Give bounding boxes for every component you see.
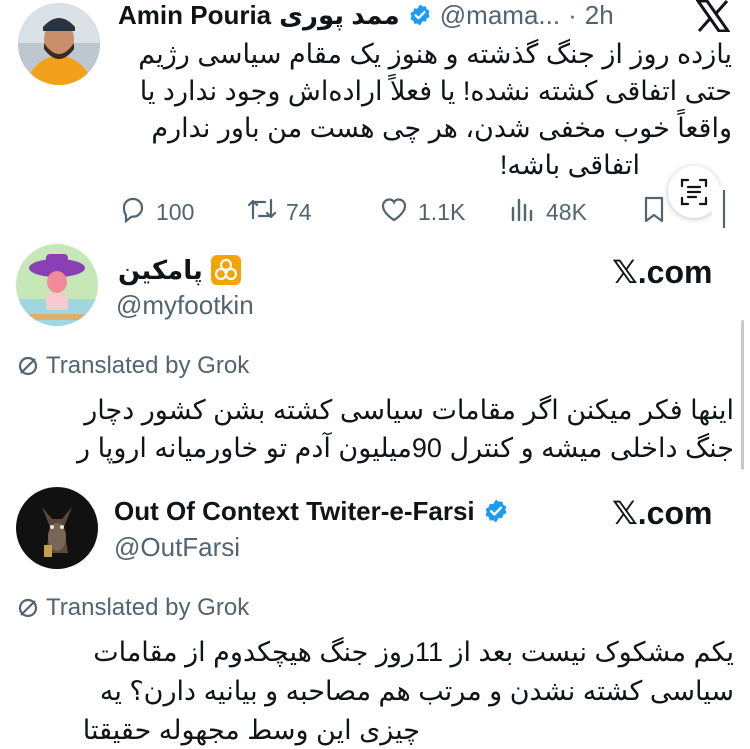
x-logo-icon: 𝕏 (612, 494, 638, 532)
card2-handle[interactable]: @OutFarsi (114, 532, 240, 563)
card1-translated-label: Translated by Grok (46, 352, 250, 379)
like-icon (378, 194, 410, 230)
card1-body-line-1: اینها فکر میکنن اگر مقامات سیاسی کشته بش… (84, 395, 734, 425)
translate-icon (16, 354, 40, 378)
scrollbar[interactable] (741, 320, 744, 470)
tweet-body-line-1: یازده روز از جنگ گذشته و هنوز یک مقام سی… (138, 39, 732, 69)
tweet-body-line-4: اتفاقی باشه! (499, 150, 640, 180)
card2-translated-label: Translated by Grok (46, 594, 250, 621)
tweet-body-line-3: واقعاً خوب مخفی شدن، هر چی هست من باور ن… (151, 113, 732, 143)
avatar-outfarsi[interactable] (16, 487, 98, 569)
card2-body-line-2: سیاسی کشته نشدن و مرتب هم مصاحبه و بیانی… (99, 676, 734, 706)
author-name[interactable]: Amin Pouria (118, 0, 271, 31)
tweet-time[interactable]: 2h (585, 0, 614, 31)
card2-author-name[interactable]: Out Of Context Twiter-e-Farsi (114, 496, 475, 527)
author-name-fa[interactable]: ممد پوری (279, 0, 400, 31)
card2-body-line-1: یکم مشکوک نیست بعد از 11روز جنگ هیچکدوم … (93, 637, 734, 667)
tweet-header: Amin Pouria ممد پوری @mama... · 2h (118, 0, 614, 32)
views-icon (508, 194, 538, 230)
bookmark-button[interactable] (640, 194, 668, 230)
reply-button[interactable]: 100 (118, 194, 194, 230)
tweet-body-line-2: حتی اتفاقی کشته نشده! یا فعلاً اراده‌اش … (139, 76, 732, 106)
card1-site-link[interactable]: 𝕏.com (612, 253, 712, 291)
avatar-amin-pouria[interactable] (18, 3, 100, 85)
views-button[interactable]: 48K (508, 194, 587, 230)
verified-badge-icon (408, 3, 432, 27)
card1-header: پامکین (118, 253, 241, 287)
bookmark-icon (640, 194, 668, 230)
translate-icon (16, 596, 40, 620)
like-count: 1.1K (418, 198, 466, 225)
card1-translated-by-grok[interactable]: Translated by Grok (16, 352, 249, 380)
x-logo-icon: 𝕏 (612, 253, 638, 291)
repost-icon (246, 194, 278, 230)
time-separator: · (568, 0, 577, 30)
card1-handle[interactable]: @myfootkin (116, 290, 254, 321)
repost-button[interactable]: 74 (246, 194, 312, 230)
share-button-partial[interactable] (712, 186, 750, 236)
card2-body-line-3: چیزی این وسط مجهوله حقیقتا (82, 715, 420, 745)
card1-author-name[interactable]: پامکین (118, 255, 203, 286)
card2-site-link[interactable]: 𝕏.com (612, 494, 712, 532)
reply-count: 100 (156, 198, 195, 225)
card1-body-line-2: جنگ داخلی میشه و کنترل 90میلیون آدم تو خ… (77, 433, 734, 463)
reply-icon (118, 194, 148, 230)
biohazard-icon (210, 255, 241, 285)
card2-site-label: .com (637, 495, 713, 531)
like-button[interactable]: 1.1K (378, 194, 465, 230)
card1-site-label: .com (637, 254, 713, 290)
card2-header: Out Of Context Twiter-e-Farsi (114, 494, 509, 528)
author-handle[interactable]: @mama... (440, 0, 560, 31)
views-count: 48K (546, 198, 587, 225)
x-logo-icon[interactable] (695, 0, 732, 33)
card2-translated-by-grok[interactable]: Translated by Grok (16, 594, 249, 622)
repost-count: 74 (286, 198, 312, 225)
avatar-pumpkin[interactable] (16, 244, 98, 326)
verified-badge-icon (483, 498, 509, 524)
